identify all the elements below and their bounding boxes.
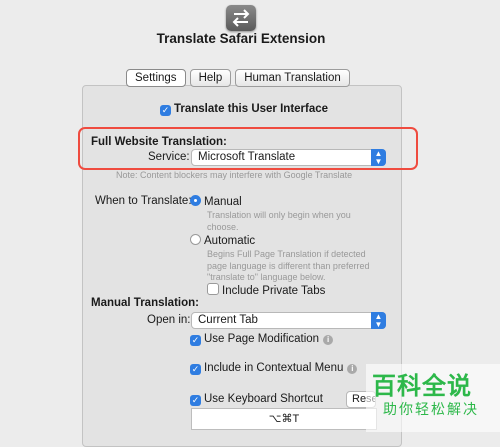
swap-arrows-icon bbox=[232, 9, 250, 27]
info-icon[interactable]: i bbox=[323, 335, 334, 345]
checkbox-checked-icon[interactable]: ✓ bbox=[190, 395, 201, 406]
contextual-menu-label: Include in Contextual Menu bbox=[204, 362, 344, 374]
watermark-title: 百科全说 bbox=[372, 372, 472, 400]
private-tabs-option[interactable]: Include Private Tabs bbox=[207, 283, 325, 297]
manual-label: Manual bbox=[204, 196, 242, 208]
tab-human-translation[interactable]: Human Translation bbox=[235, 69, 350, 87]
app-icon bbox=[226, 5, 256, 31]
automatic-label: Automatic bbox=[204, 235, 256, 247]
manual-translation-heading: Manual Translation: bbox=[91, 297, 199, 309]
translate-ui-option[interactable]: ✓ Translate this User Interface bbox=[160, 103, 328, 116]
contextual-menu-option[interactable]: ✓ Include in Contextual Menu i bbox=[190, 362, 358, 375]
open-in-select[interactable]: Current Tab ▲ ▼ bbox=[191, 312, 386, 329]
checkbox-checked-icon[interactable]: ✓ bbox=[190, 364, 201, 375]
tab-bar: Settings Help Human Translation bbox=[126, 69, 350, 87]
translate-ui-label: Translate this User Interface bbox=[174, 103, 329, 115]
keyboard-shortcut-label: Use Keyboard Shortcut bbox=[204, 393, 323, 405]
content-blocker-note: Note: Content blockers may interfere wit… bbox=[116, 170, 353, 180]
open-in-value: Current Tab bbox=[198, 314, 258, 326]
info-icon[interactable]: i bbox=[347, 364, 358, 374]
open-in-label: Open in: bbox=[147, 314, 191, 326]
radio-selected-icon[interactable] bbox=[190, 195, 201, 206]
checkbox-unchecked-icon[interactable] bbox=[207, 283, 219, 295]
keyboard-shortcut-option[interactable]: ✓ Use Keyboard Shortcut bbox=[190, 393, 323, 406]
tab-help[interactable]: Help bbox=[189, 69, 232, 87]
checkbox-checked-icon[interactable]: ✓ bbox=[190, 335, 201, 346]
manual-description: Translation will only begin when you cho… bbox=[207, 210, 351, 232]
automatic-description: Begins Full Page Translation if detected… bbox=[207, 249, 370, 282]
radio-unselected-icon[interactable] bbox=[190, 234, 201, 245]
automatic-option[interactable]: Automatic bbox=[190, 234, 255, 247]
page-modification-option[interactable]: ✓ Use Page Modification i bbox=[190, 333, 334, 346]
checkbox-checked-icon[interactable]: ✓ bbox=[160, 105, 171, 116]
private-tabs-label: Include Private Tabs bbox=[222, 285, 326, 297]
watermark-subtitle: 助你轻松解决 bbox=[383, 402, 479, 418]
window-title: Translate Safari Extension bbox=[156, 31, 326, 46]
page-modification-label: Use Page Modification bbox=[204, 333, 320, 345]
manual-option[interactable]: Manual bbox=[190, 195, 242, 208]
chevron-updown-icon: ▲ ▼ bbox=[371, 312, 386, 329]
highlight-annotation-box bbox=[78, 127, 418, 170]
shortcut-recorder-field[interactable]: ⌥⌘T bbox=[191, 408, 377, 430]
tab-settings[interactable]: Settings bbox=[126, 69, 186, 87]
when-to-translate-label: When to Translate: bbox=[95, 195, 192, 207]
